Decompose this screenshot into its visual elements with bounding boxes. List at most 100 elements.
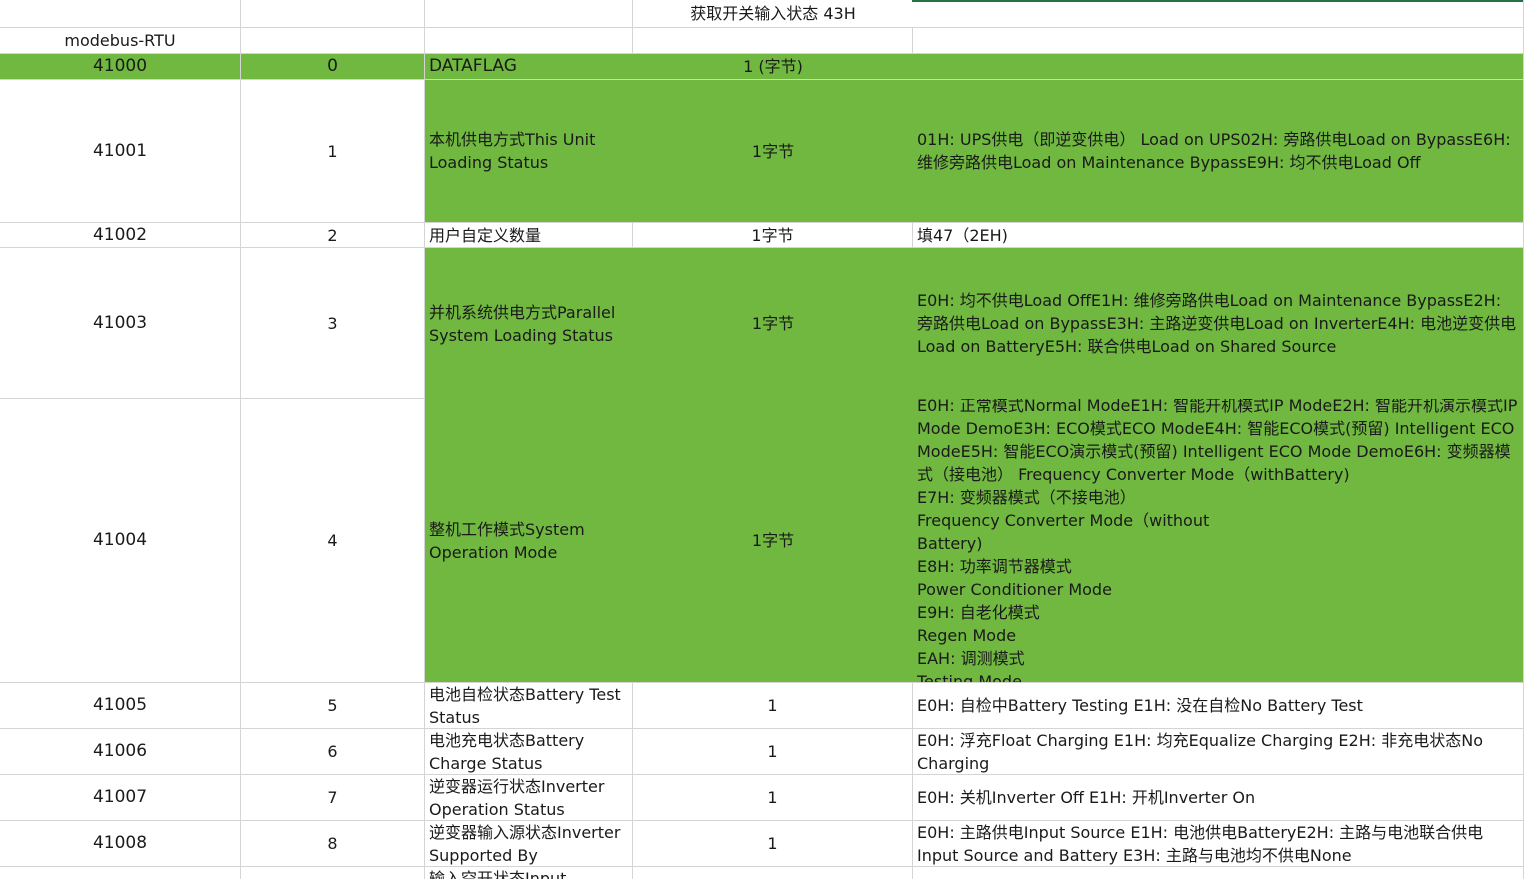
desc-value: E0H: 主路供电Input Source E1H: 电池供电BatteryE2…: [917, 822, 1484, 865]
index-cell[interactable]: [241, 867, 425, 879]
size-value: 1字节: [751, 314, 795, 333]
index-cell[interactable]: 2: [241, 223, 425, 248]
name-cell[interactable]: 整机工作模式System Operation Mode: [425, 399, 633, 683]
desc-cell[interactable]: [913, 867, 1524, 879]
name-value: 逆变器输入源状态Inverter Supported By: [429, 822, 621, 865]
size-cell[interactable]: 1: [633, 683, 913, 729]
cell-e2[interactable]: [913, 28, 1524, 54]
register-value: 41006: [92, 741, 148, 761]
register-value: 41007: [92, 787, 148, 807]
index-cell[interactable]: 6: [241, 729, 425, 775]
cell-b1[interactable]: [241, 0, 425, 28]
desc-cell[interactable]: E0H: 浮充Float Charging E1H: 均充Equalize Ch…: [913, 729, 1524, 775]
register-cell[interactable]: 41005: [0, 683, 241, 729]
size-cell[interactable]: [633, 867, 913, 879]
desc-cell[interactable]: E0H: 正常模式Normal ModeE1H: 智能开机模式IP ModeE2…: [913, 399, 1524, 683]
register-cell[interactable]: 41008: [0, 821, 241, 867]
register-cell[interactable]: 41004: [0, 399, 241, 683]
cell-c1[interactable]: [425, 0, 633, 28]
name-cell[interactable]: 输入空开状态Input: [425, 867, 633, 879]
index-cell[interactable]: 0: [241, 54, 425, 80]
size-cell[interactable]: 1字节: [633, 399, 913, 683]
desc-cell[interactable]: [913, 54, 1524, 80]
index-cell[interactable]: 4: [241, 399, 425, 683]
desc-cell[interactable]: E0H: 主路供电Input Source E1H: 电池供电BatteryE2…: [913, 821, 1524, 867]
register-value: 41001: [92, 140, 148, 161]
register-cell[interactable]: [0, 867, 241, 879]
index-cell[interactable]: 3: [241, 248, 425, 399]
cell-a1[interactable]: [0, 0, 241, 28]
name-cell[interactable]: 逆变器输入源状态Inverter Supported By: [425, 821, 633, 867]
name-value: 并机系统供电方式Parallel System Loading Status: [429, 302, 616, 345]
size-value: 1字节: [751, 225, 794, 245]
desc-value: E0H: 关机Inverter Off E1H: 开机Inverter On: [917, 788, 1256, 807]
size-value: 1: [767, 834, 778, 853]
index-cell[interactable]: 8: [241, 821, 425, 867]
name-value: 逆变器运行状态Inverter Operation Status: [429, 776, 605, 819]
name-value: 电池充电状态Battery Charge Status: [429, 730, 585, 773]
name-cell[interactable]: 用户自定义数量: [425, 223, 633, 248]
desc-value: E0H: 浮充Float Charging E1H: 均充Equalize Ch…: [917, 730, 1483, 773]
register-value: 41000: [92, 56, 148, 76]
index-value: 8: [327, 834, 338, 853]
name-value: DATAFLAG: [429, 56, 517, 76]
name-value: 电池自检状态Battery Test Status: [429, 684, 621, 727]
desc-cell[interactable]: E0H: 自检中Battery Testing E1H: 没在自检No Batt…: [913, 683, 1524, 729]
spreadsheet-grid: 获取开关输入状态 43H modebus-RTU 41000 0 DATAFLA…: [0, 0, 1524, 879]
index-value: 7: [327, 788, 338, 807]
name-cell[interactable]: 逆变器运行状态Inverter Operation Status: [425, 775, 633, 821]
name-cell[interactable]: 并机系统供电方式Parallel System Loading Status: [425, 248, 633, 399]
name-value: 本机供电方式This Unit Loading Status: [429, 130, 596, 172]
size-value: 1字节: [751, 531, 795, 550]
name-value: 整机工作模式System Operation Mode: [429, 519, 585, 562]
size-cell[interactable]: 1字节: [633, 80, 913, 223]
cell-b2[interactable]: [241, 28, 425, 54]
size-cell[interactable]: 1: [633, 729, 913, 775]
sheet-title-text: 获取开关输入状态 43H: [690, 4, 856, 23]
protocol-label-text: modebus-RTU: [64, 31, 176, 50]
size-cell[interactable]: 1字节: [633, 248, 913, 399]
name-cell[interactable]: DATAFLAG: [425, 54, 633, 80]
index-value: 2: [327, 225, 338, 245]
index-value: 0: [327, 56, 338, 76]
register-cell[interactable]: 41006: [0, 729, 241, 775]
size-cell[interactable]: 1 (字节): [633, 54, 913, 80]
name-cell[interactable]: 电池自检状态Battery Test Status: [425, 683, 633, 729]
register-cell[interactable]: 41002: [0, 223, 241, 248]
index-cell[interactable]: 5: [241, 683, 425, 729]
protocol-label[interactable]: modebus-RTU: [0, 28, 241, 54]
size-value: 1: [767, 742, 778, 761]
name-cell[interactable]: 本机供电方式This Unit Loading Status: [425, 80, 633, 223]
sheet-title[interactable]: 获取开关输入状态 43H: [633, 0, 913, 28]
index-value: 5: [327, 696, 338, 715]
size-value: 1: [767, 696, 778, 715]
name-cell[interactable]: 电池充电状态Battery Charge Status: [425, 729, 633, 775]
size-value: 1: [767, 788, 778, 807]
size-cell[interactable]: 1字节: [633, 223, 913, 248]
register-cell[interactable]: 41003: [0, 248, 241, 399]
cell-e1[interactable]: [913, 0, 1524, 28]
desc-cell[interactable]: 填47（2EH): [913, 223, 1524, 248]
desc-cell[interactable]: 01H: UPS供电（即逆变供电） Load on UPS02H: 旁路供电Lo…: [913, 80, 1524, 223]
desc-value: E0H: 均不供电Load OffE1H: 维修旁路供电Load on Main…: [917, 291, 1517, 356]
cell-d2[interactable]: [633, 28, 913, 54]
desc-cell[interactable]: E0H: 均不供电Load OffE1H: 维修旁路供电Load on Main…: [913, 248, 1524, 399]
name-value: 用户自定义数量: [429, 225, 542, 245]
register-cell[interactable]: 41007: [0, 775, 241, 821]
size-cell[interactable]: 1: [633, 821, 913, 867]
index-value: 6: [327, 742, 338, 761]
cell-c2[interactable]: [425, 28, 633, 54]
desc-value: 填47（2EH): [917, 225, 1008, 245]
register-cell[interactable]: 41001: [0, 80, 241, 223]
register-value: 41003: [92, 312, 148, 333]
size-value: 1字节: [751, 141, 795, 161]
size-cell[interactable]: 1: [633, 775, 913, 821]
desc-value: E0H: 正常模式Normal ModeE1H: 智能开机模式IP ModeE2…: [917, 399, 1518, 683]
index-cell[interactable]: 7: [241, 775, 425, 821]
index-cell[interactable]: 1: [241, 80, 425, 223]
index-value: 1: [327, 141, 338, 161]
register-value: 41004: [92, 530, 148, 550]
register-cell[interactable]: 41000: [0, 54, 241, 80]
name-value: 输入空开状态Input: [429, 869, 567, 879]
desc-cell[interactable]: E0H: 关机Inverter Off E1H: 开机Inverter On: [913, 775, 1524, 821]
